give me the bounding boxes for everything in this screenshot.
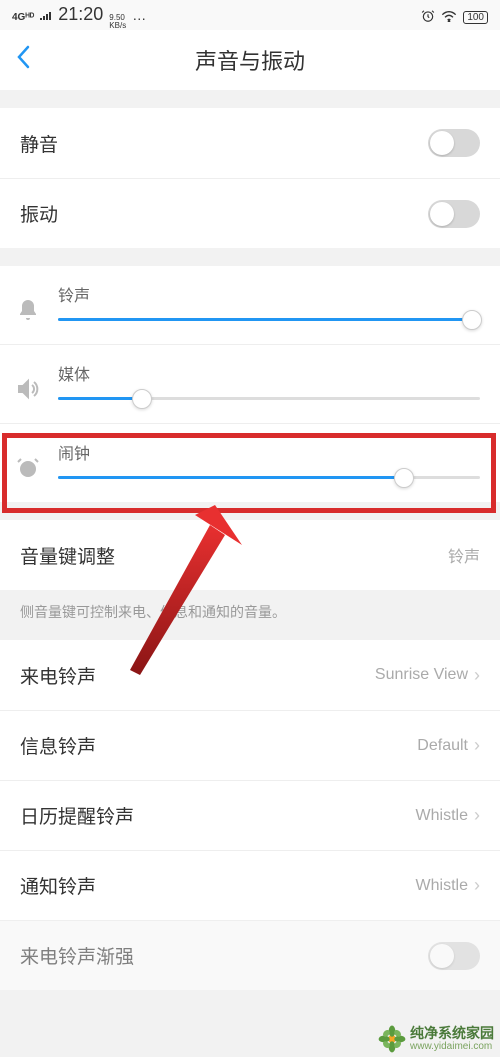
media-label: 媒体: [58, 361, 480, 385]
alarm-slider[interactable]: [58, 476, 480, 479]
silent-row: 静音: [0, 108, 500, 178]
notification-value: Whistle: [416, 877, 468, 895]
calendar-value: Whistle: [416, 807, 468, 825]
message-value: Default: [417, 737, 468, 755]
volume-key-help: 侧音量键可控制来电、信息和通知的音量。: [0, 590, 500, 640]
clock: 21:20: [58, 4, 103, 25]
chevron-right-icon: ›: [474, 665, 480, 686]
volume-key-row[interactable]: 音量键调整 铃声: [0, 520, 500, 590]
signal-bars-icon: [40, 9, 52, 23]
incoming-ringtone-row[interactable]: 来电铃声 Sunrise View ›: [0, 640, 500, 710]
incoming-label: 来电铃声: [20, 662, 96, 689]
silent-label: 静音: [20, 130, 58, 157]
alarm-slider-row: 闹钟: [0, 423, 500, 502]
message-ringtone-row[interactable]: 信息铃声 Default ›: [0, 710, 500, 780]
wifi-icon: [441, 10, 457, 25]
alarm-label: 闹钟: [58, 440, 480, 464]
media-slider[interactable]: [58, 397, 480, 400]
volume-key-label: 音量键调整: [20, 542, 115, 569]
ringtone-label: 铃声: [58, 282, 480, 306]
notification-label: 通知铃声: [20, 872, 96, 899]
ascending-ringtone-row: 来电铃声渐强: [0, 920, 500, 990]
notification-ringtone-row[interactable]: 通知铃声 Whistle ›: [0, 850, 500, 920]
watermark-name: 纯净系统家园: [410, 1026, 494, 1041]
ascending-label: 来电铃声渐强: [20, 942, 134, 969]
clock-icon: [14, 454, 42, 482]
speaker-icon: [14, 375, 42, 403]
ringtone-slider[interactable]: [58, 318, 480, 321]
media-slider-row: 媒体: [0, 344, 500, 423]
message-label: 信息铃声: [20, 732, 96, 759]
bell-icon: [14, 296, 42, 324]
incoming-value: Sunrise View: [375, 666, 468, 684]
watermark-url: www.yidaimei.com: [410, 1041, 494, 1052]
data-speed: 9.50 KB/s: [109, 14, 126, 30]
chevron-right-icon: ›: [474, 875, 480, 896]
calendar-ringtone-row[interactable]: 日历提醒铃声 Whistle ›: [0, 780, 500, 850]
volume-key-value: 铃声: [448, 543, 480, 567]
chevron-right-icon: ›: [474, 735, 480, 756]
back-button[interactable]: [16, 44, 32, 77]
calendar-label: 日历提醒铃声: [20, 802, 134, 829]
page-header: 声音与振动: [0, 30, 500, 90]
watermark-logo-icon: [378, 1025, 406, 1053]
vibrate-label: 振动: [20, 200, 58, 227]
battery-indicator: 100: [463, 11, 488, 24]
ascending-toggle[interactable]: [428, 942, 480, 970]
page-title: 声音与振动: [195, 44, 305, 76]
watermark: 纯净系统家园 www.yidaimei.com: [378, 1025, 494, 1053]
chevron-right-icon: ›: [474, 805, 480, 826]
silent-toggle[interactable]: [428, 129, 480, 157]
status-bar: 4Gᴴᴰ 21:20 9.50 KB/s … 100: [0, 0, 500, 30]
vibrate-toggle[interactable]: [428, 200, 480, 228]
more-icon: …: [132, 7, 147, 23]
vibrate-row: 振动: [0, 178, 500, 248]
alarm-icon: [421, 9, 435, 26]
network-indicator: 4Gᴴᴰ: [12, 12, 34, 23]
ringtone-slider-row: 铃声: [0, 266, 500, 344]
